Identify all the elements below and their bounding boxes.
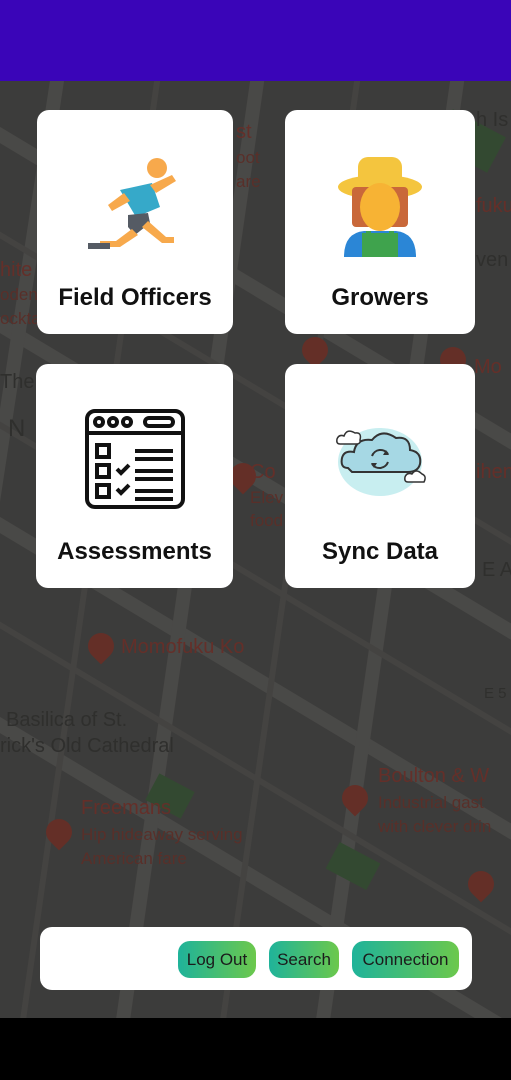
tile-label: Growers [331, 284, 429, 311]
logout-button[interactable]: Log Out [178, 941, 256, 978]
farmer-icon [325, 150, 435, 260]
tile-label: Sync Data [321, 538, 439, 565]
tile-label: Assessments [57, 538, 212, 565]
runner-icon [80, 150, 190, 260]
cloud-sync-icon [325, 404, 435, 514]
growers-tile[interactable]: Growers [285, 110, 475, 334]
field-officers-tile[interactable]: Field Officers [37, 110, 233, 334]
search-button[interactable]: Search [269, 941, 339, 978]
app-bar [0, 0, 511, 81]
bottom-action-bar: Log Out Search Connection [40, 927, 472, 990]
connection-button[interactable]: Connection [352, 941, 459, 978]
assessments-tile[interactable]: Assessments [36, 364, 233, 588]
sync-data-tile[interactable]: Sync Data [285, 364, 475, 588]
checklist-icon [80, 404, 190, 514]
system-nav-bar [0, 1018, 511, 1080]
tile-label: Field Officers [58, 284, 212, 311]
